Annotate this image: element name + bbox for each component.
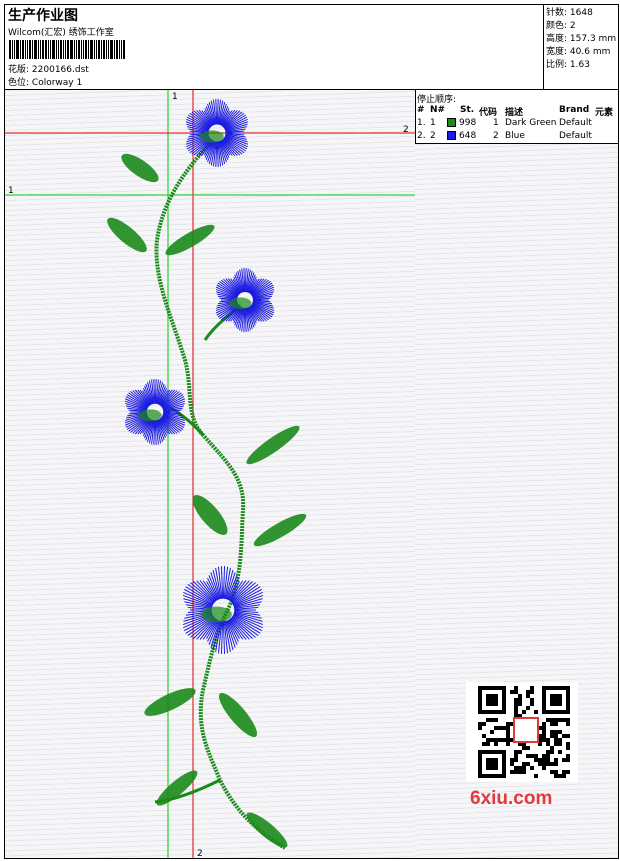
stat-colors: 颜色: 2 — [546, 21, 576, 31]
flower — [215, 268, 275, 332]
stat-scale: 比例: 1.63 — [546, 60, 590, 70]
guide-label-v1: 1 — [172, 92, 178, 102]
design-file-name: 2200166.dst — [31, 65, 89, 75]
qr-code-image — [478, 686, 570, 778]
design-file-row: 花版: 2200166.dst — [8, 62, 89, 75]
flowers — [124, 99, 275, 654]
guide-label-h2: 2 — [403, 125, 409, 135]
col-header-element: 元素 — [595, 108, 614, 118]
company-name: Wilcom(汇宏) 绣饰工作室 — [8, 28, 114, 38]
colorway-row: 色位: Colorway 1 — [8, 75, 82, 88]
col-header-brand: Brand — [559, 105, 590, 115]
embroidery-preview: 1 2 1 2 — [5, 90, 415, 858]
flower — [182, 566, 264, 654]
col-header-stitches: St. — [460, 105, 475, 115]
stop-sequence-title: 停止顺序: — [417, 95, 457, 105]
color-swatch — [447, 131, 456, 140]
col-header-index: # — [417, 105, 425, 115]
stop-sequence-table: 停止顺序: # N# St. 代码 描述 Brand 元素 1. 1 998 1… — [415, 90, 618, 144]
stat-width: 宽度: 40.6 mm — [546, 47, 611, 57]
barcode — [9, 40, 145, 59]
stat-height: 高度: 157.3 mm — [546, 34, 617, 44]
guide-label-bottom: 2 — [197, 849, 203, 858]
design-canvas[interactable]: 1 2 1 2 — [5, 90, 416, 858]
stat-stitches: 针数: 1648 — [546, 8, 593, 18]
colorway-label: 色位: — [8, 78, 30, 88]
colorway-value: Colorway 1 — [31, 78, 83, 88]
flower — [185, 99, 249, 167]
qr-seal-logo — [513, 717, 539, 743]
watermark-site: 6xiu.com — [470, 788, 553, 809]
flower — [124, 379, 186, 445]
color-swatch — [447, 118, 456, 127]
col-header-number: N# — [430, 105, 446, 115]
design-stats: 针数: 1648 颜色: 2 高度: 157.3 mm 宽度: 40.6 mm … — [543, 5, 619, 89]
qr-code[interactable] — [466, 682, 578, 782]
header-block: 生产作业图 Wilcom(汇宏) 绣饰工作室 花版: 2200166.dst 色… — [5, 5, 544, 89]
design-label: 花版: — [8, 65, 30, 75]
guide-label-h1: 1 — [8, 186, 14, 196]
page-title: 生产作业图 — [8, 8, 78, 24]
